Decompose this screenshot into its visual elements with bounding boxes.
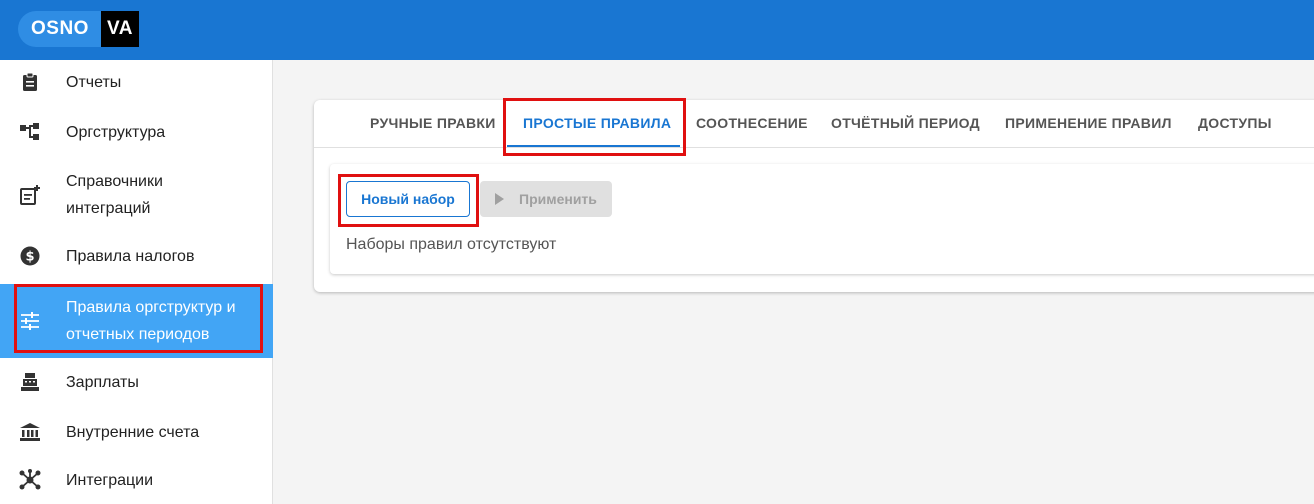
sidebar-item-org-period-rules[interactable]: Правила оргструктур и отчетных периодов [0,284,273,358]
tab-reporting-period[interactable]: ОТЧЁТНЫЙ ПЕРИОД [831,100,980,148]
sidebar-item-label: Правила оргструктур и отчетных периодов [66,299,236,343]
sidebar-item-salaries[interactable]: Зарплаты [0,368,273,396]
new-set-button[interactable]: Новый набор [346,181,470,217]
logo-text-right: VA [100,11,139,47]
tab-bar: РУЧНЫЕ ПРАВКИ ПРОСТЫЕ ПРАВИЛА СООТНЕСЕНИ… [314,100,1314,148]
logo-text-left: OSNO [18,11,101,47]
cash-register-icon [19,371,41,393]
hub-icon [19,469,41,491]
active-tab-indicator [507,145,680,147]
sidebar-item-label: Оргструктура [66,123,166,141]
tab-manual-edits[interactable]: РУЧНЫЕ ПРАВКИ [370,100,496,148]
list-add-icon [19,184,41,206]
tab-simple-rules[interactable]: ПРОСТЫЕ ПРАВИЛА [523,100,671,148]
sidebar-item-label: Зарплаты [66,373,139,391]
sidebar-item-label: Отчеты [66,73,122,91]
sidebar-item-reports[interactable]: Отчеты [0,68,273,96]
empty-state-message: Наборы правил отсутствуют [346,236,557,253]
top-app-bar: OSNO VA [0,0,1314,60]
sidebar-item-label: Интеграции [66,471,154,489]
tab-mapping[interactable]: СООТНЕСЕНИЕ [696,100,808,148]
sidebar: Отчеты Оргструктура Справочники интеграц… [0,60,273,504]
sliders-icon [19,310,41,332]
tab-apply-rules[interactable]: ПРИМЕНЕНИЕ ПРАВИЛ [1005,100,1172,148]
sidebar-item-label: Внутренние счета [66,423,200,441]
rule-sets-panel: Новый набор Применить Наборы правил отсу… [330,164,1314,274]
sidebar-item-label: Правила налогов [66,247,195,265]
sidebar-item-org-structure[interactable]: Оргструктура [0,118,273,146]
app-logo[interactable]: OSNO VA [18,11,139,47]
svg-text:$: $ [25,250,34,265]
org-tree-icon [19,121,41,143]
sidebar-item-tax-rules[interactable]: $ Правила налогов [0,242,273,270]
sidebar-item-integrations[interactable]: Интеграции [0,466,273,494]
sidebar-item-internal-accounts[interactable]: Внутренние счета [0,418,273,446]
clipboard-icon [19,71,41,93]
sidebar-item-integration-dictionaries[interactable]: Справочники интеграций [0,168,273,222]
apply-button-label: Применить [519,191,597,207]
dollar-circle-icon: $ [19,245,41,267]
bank-icon [19,421,41,443]
rules-card: РУЧНЫЕ ПРАВКИ ПРОСТЫЕ ПРАВИЛА СООТНЕСЕНИ… [314,100,1314,292]
sidebar-item-label: Справочники интеграций [66,173,163,217]
tab-access[interactable]: ДОСТУПЫ [1198,100,1272,148]
apply-button[interactable]: Применить [480,181,612,217]
play-icon [495,193,504,205]
